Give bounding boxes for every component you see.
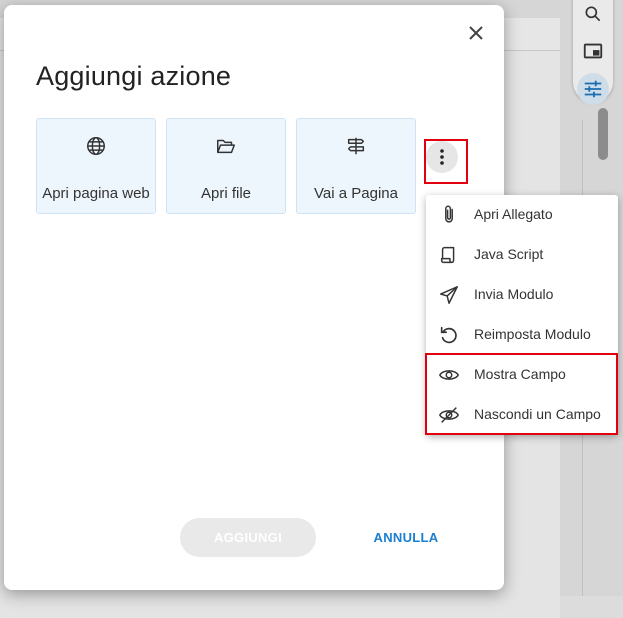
card-label: Apri file (200, 185, 252, 202)
menu-item-invia-modulo[interactable]: Invia Modulo (426, 275, 618, 315)
card-label: Vai a Pagina (314, 185, 398, 202)
add-button[interactable]: AGGIUNGI (180, 518, 316, 557)
card-label: Apri pagina web (42, 185, 150, 202)
folder-open-icon (217, 139, 235, 154)
menu-item-label: Reimposta Modulo (474, 326, 591, 342)
reset-icon (440, 326, 457, 344)
scrollbar-thumb[interactable] (598, 108, 608, 160)
send-icon (440, 286, 458, 304)
side-toolbar (573, 0, 613, 105)
menu-item-label: Apri Allegato (474, 206, 553, 222)
signpost-icon (347, 137, 365, 155)
highlight-box-field-visibility (425, 353, 618, 435)
highlight-box-more-button (424, 139, 468, 184)
window-icon (583, 43, 603, 59)
search-tool-button[interactable] (577, 0, 609, 30)
menu-item-label: Java Script (474, 246, 544, 262)
open-web-page-card[interactable]: Apri pagina web (36, 118, 156, 214)
menu-item-label: Invia Modulo (474, 286, 554, 302)
script-icon (440, 246, 455, 264)
close-icon (469, 26, 483, 40)
paperclip-icon (445, 205, 453, 223)
menu-item-java-script[interactable]: Java Script (426, 235, 618, 275)
cancel-button[interactable]: ANNULLA (364, 518, 448, 557)
sliders-icon (584, 80, 602, 98)
go-to-page-card[interactable]: Vai a Pagina (296, 118, 416, 214)
menu-item-apri-allegato[interactable]: Apri Allegato (426, 195, 618, 235)
menu-item-reimposta-modulo[interactable]: Reimposta Modulo (426, 315, 618, 355)
search-icon (585, 6, 601, 22)
dialog-title: Aggiungi azione (36, 61, 232, 91)
picture-in-picture-button[interactable] (577, 35, 609, 67)
open-file-card[interactable]: Apri file (166, 118, 286, 214)
globe-icon (87, 137, 105, 155)
properties-tool-button[interactable] (577, 73, 609, 105)
close-button[interactable] (462, 19, 490, 47)
